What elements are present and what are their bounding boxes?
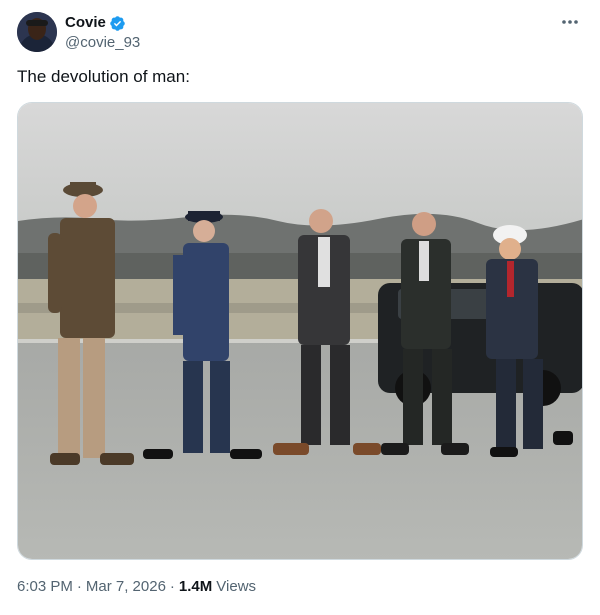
more-options-icon[interactable] [558,12,582,32]
tweet-photo[interactable] [17,102,583,560]
people-walking-photo [18,103,582,559]
author-names: Covie @covie_93 [65,13,140,53]
avatar[interactable] [17,12,57,52]
tweet-meta: 6:03 PM · Mar 7, 2026 · 1.4M Views [17,578,256,595]
tweet-date[interactable]: Mar 7, 2026 [86,578,166,595]
tweet-text: The devolution of man: [17,67,190,86]
views-count[interactable]: 1.4M [179,578,212,595]
meta-separator: · [169,578,175,595]
verified-badge-icon[interactable] [109,15,126,32]
meta-separator: · [76,578,82,595]
tweet-time[interactable]: 6:03 PM [17,578,73,595]
tweet-header: Covie @covie_93 [17,12,140,53]
views-label[interactable]: Views [216,578,256,595]
tweet-card: Covie @covie_93 The devolution of man: 6… [0,0,600,615]
avatar-image [17,12,57,52]
author-handle[interactable]: @covie_93 [65,33,140,53]
author-display-name[interactable]: Covie [65,13,106,33]
